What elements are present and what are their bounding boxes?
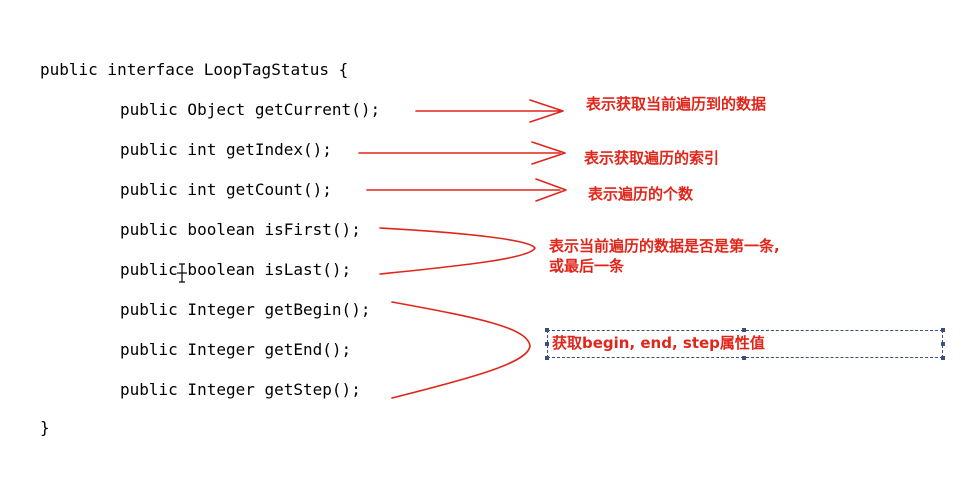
- slide-canvas: public interface LoopTagStatus { public …: [0, 0, 967, 479]
- note-first-last-line1: 表示当前遍历的数据是否是第一条,: [549, 237, 780, 255]
- annotation-arrows: [358, 99, 567, 399]
- arrow-current-icon: [415, 99, 564, 123]
- resize-handle-top-middle[interactable]: [742, 328, 746, 332]
- resize-handle-top-right[interactable]: [941, 328, 945, 332]
- note-count: 表示遍历的个数: [588, 185, 694, 203]
- bracket-begin-step-icon: [391, 301, 531, 399]
- resize-handle-bottom-right[interactable]: [941, 356, 945, 360]
- arrow-count-icon: [366, 178, 567, 202]
- note-first-last-line2: 或最后一条: [549, 257, 625, 275]
- note-current: 表示获取当前遍历到的数据: [586, 95, 767, 113]
- note-index: 表示获取遍历的索引: [584, 149, 720, 167]
- resize-handle-middle-left[interactable]: [545, 342, 549, 346]
- resize-handle-middle-right[interactable]: [941, 342, 945, 346]
- arrow-index-icon: [358, 141, 566, 165]
- note-begin-end-step[interactable]: 获取begin, end, step属性值: [552, 333, 765, 353]
- bracket-first-last-icon: [379, 227, 536, 275]
- resize-handle-bottom-middle[interactable]: [742, 356, 746, 360]
- text-cursor-icon: [177, 263, 187, 283]
- resize-handle-bottom-left[interactable]: [545, 356, 549, 360]
- resize-handle-top-left[interactable]: [545, 328, 549, 332]
